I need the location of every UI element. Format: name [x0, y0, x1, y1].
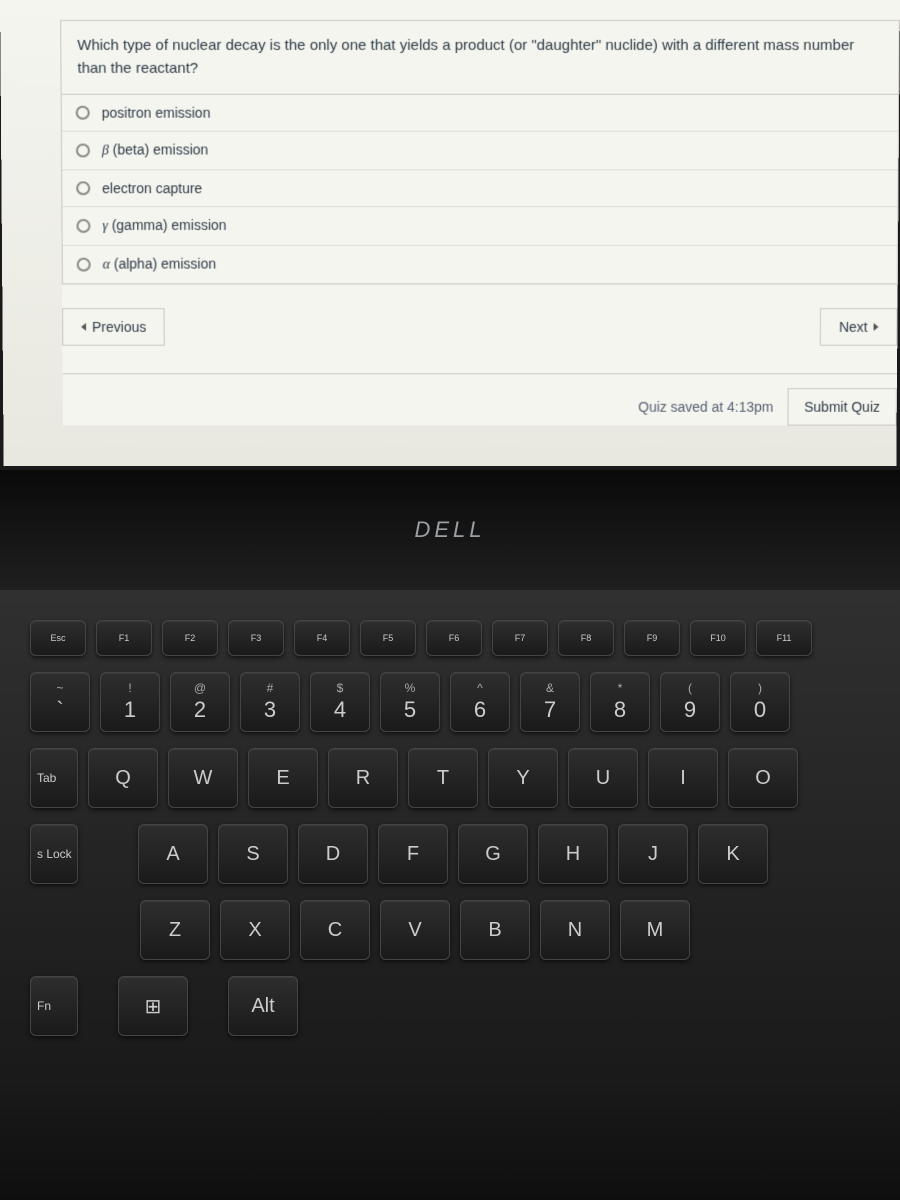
key-f[interactable]: F [378, 824, 448, 884]
question-text: Which type of nuclear decay is the only … [60, 20, 900, 95]
question-suffix: than the reactant? [77, 59, 198, 76]
submit-row: Quiz saved at 4:13pm Submit Quiz [63, 373, 898, 425]
key-f2[interactable]: F2 [162, 620, 218, 656]
previous-button[interactable]: Previous [62, 308, 165, 346]
option-gamma[interactable]: γ (gamma) emission [62, 207, 897, 246]
key-w[interactable]: W [168, 748, 238, 808]
laptop-bezel: DELL [0, 470, 900, 590]
next-button[interactable]: Next [820, 308, 898, 346]
alt-key[interactable]: Alt [228, 976, 298, 1036]
key-i[interactable]: I [648, 748, 718, 808]
key-h[interactable]: H [538, 824, 608, 884]
key-t[interactable]: T [408, 748, 478, 808]
option-positron[interactable]: positron emission [62, 95, 899, 132]
submit-quiz-button[interactable]: Submit Quiz [787, 388, 897, 425]
asdf-row: s Lock ASDFGHJK [30, 824, 880, 884]
key-x[interactable]: X [220, 900, 290, 960]
option-label: (gamma) emission [108, 217, 227, 233]
radio-icon[interactable] [76, 106, 90, 120]
option-beta[interactable]: β (beta) emission [62, 132, 898, 171]
key-esc[interactable]: Esc [30, 620, 86, 656]
key-f7[interactable]: F7 [492, 620, 548, 656]
key-a[interactable]: A [138, 824, 208, 884]
key-m[interactable]: M [620, 900, 690, 960]
key-y[interactable]: Y [488, 748, 558, 808]
key-3[interactable]: #3 [240, 672, 300, 732]
key-f1[interactable]: F1 [96, 620, 152, 656]
key-f6[interactable]: F6 [426, 620, 482, 656]
question-prefix: Which type of nuclear decay is the [77, 37, 310, 54]
key-b[interactable]: B [460, 900, 530, 960]
radio-icon[interactable] [76, 181, 90, 195]
key-4[interactable]: $4 [310, 672, 370, 732]
option-label: (alpha) emission [110, 256, 216, 272]
key-6[interactable]: ^6 [450, 672, 510, 732]
key-v[interactable]: V [380, 900, 450, 960]
option-alpha[interactable]: α (alpha) emission [63, 246, 897, 284]
radio-icon[interactable] [76, 219, 90, 233]
key-`[interactable]: ~` [30, 672, 90, 732]
radio-icon[interactable] [77, 258, 91, 272]
option-label: electron capture [102, 180, 202, 196]
question-bold: mass number [763, 37, 854, 54]
key-5[interactable]: %5 [380, 672, 440, 732]
key-f5[interactable]: F5 [360, 620, 416, 656]
question-underlined: only [310, 37, 338, 54]
key-8[interactable]: *8 [590, 672, 650, 732]
key-j[interactable]: J [618, 824, 688, 884]
key-r[interactable]: R [328, 748, 398, 808]
key-q[interactable]: Q [88, 748, 158, 808]
key-d[interactable]: D [298, 824, 368, 884]
key-f3[interactable]: F3 [228, 620, 284, 656]
option-label: (beta) emission [109, 142, 208, 158]
tab-key[interactable]: Tab [30, 748, 78, 808]
key-k[interactable]: K [698, 824, 768, 884]
key-g[interactable]: G [458, 824, 528, 884]
zxcv-row: ZXCVBNM [30, 900, 880, 960]
key-f11[interactable]: F11 [756, 620, 812, 656]
option-label: positron emission [102, 105, 211, 121]
key-c[interactable]: C [300, 900, 370, 960]
radio-icon[interactable] [76, 144, 90, 158]
windows-key[interactable]: ⊞ [118, 976, 188, 1036]
key-o[interactable]: O [728, 748, 798, 808]
key-n[interactable]: N [540, 900, 610, 960]
save-status: Quiz saved at 4:13pm [638, 399, 773, 415]
key-2[interactable]: @2 [170, 672, 230, 732]
caps-lock-key[interactable]: s Lock [30, 824, 78, 884]
fn-key[interactable]: Fn [30, 976, 78, 1036]
key-s[interactable]: S [218, 824, 288, 884]
previous-label: Previous [92, 319, 146, 335]
number-key-row: ~`!1@2#3$4%5^6&7*8(9)0 [30, 672, 880, 732]
fn-key-row: Esc F1 F2 F3 F4 F5 F6 F7 F8 F9 F10 F11 [30, 620, 880, 656]
key-f9[interactable]: F9 [624, 620, 680, 656]
next-label: Next [839, 319, 868, 335]
key-f4[interactable]: F4 [294, 620, 350, 656]
question-mid: one that yields a product (or "daughter"… [337, 37, 763, 54]
options-list: positron emission β (beta) emission elec… [61, 95, 900, 285]
keyboard: Esc F1 F2 F3 F4 F5 F6 F7 F8 F9 F10 F11 ~`!1@2#3$4%5… [0, 590, 900, 1200]
key-f10[interactable]: F10 [690, 620, 746, 656]
nav-row: Previous Next [62, 308, 897, 346]
qwerty-row: Tab QWERTYUIO [30, 748, 880, 808]
key-1[interactable]: !1 [100, 672, 160, 732]
quiz-screen: Which type of nuclear decay is the only … [0, 0, 900, 466]
chevron-right-icon [874, 323, 879, 331]
chevron-left-icon [81, 323, 86, 331]
bottom-row: Fn ⊞ Alt [30, 976, 880, 1036]
key-9[interactable]: (9 [660, 672, 720, 732]
key-e[interactable]: E [248, 748, 318, 808]
brand-logo: DELL [414, 517, 485, 543]
quiz-container: Which type of nuclear decay is the only … [60, 20, 900, 426]
key-f8[interactable]: F8 [558, 620, 614, 656]
key-u[interactable]: U [568, 748, 638, 808]
key-7[interactable]: &7 [520, 672, 580, 732]
option-electron-capture[interactable]: electron capture [62, 170, 898, 207]
key-z[interactable]: Z [140, 900, 210, 960]
key-0[interactable]: )0 [730, 672, 790, 732]
